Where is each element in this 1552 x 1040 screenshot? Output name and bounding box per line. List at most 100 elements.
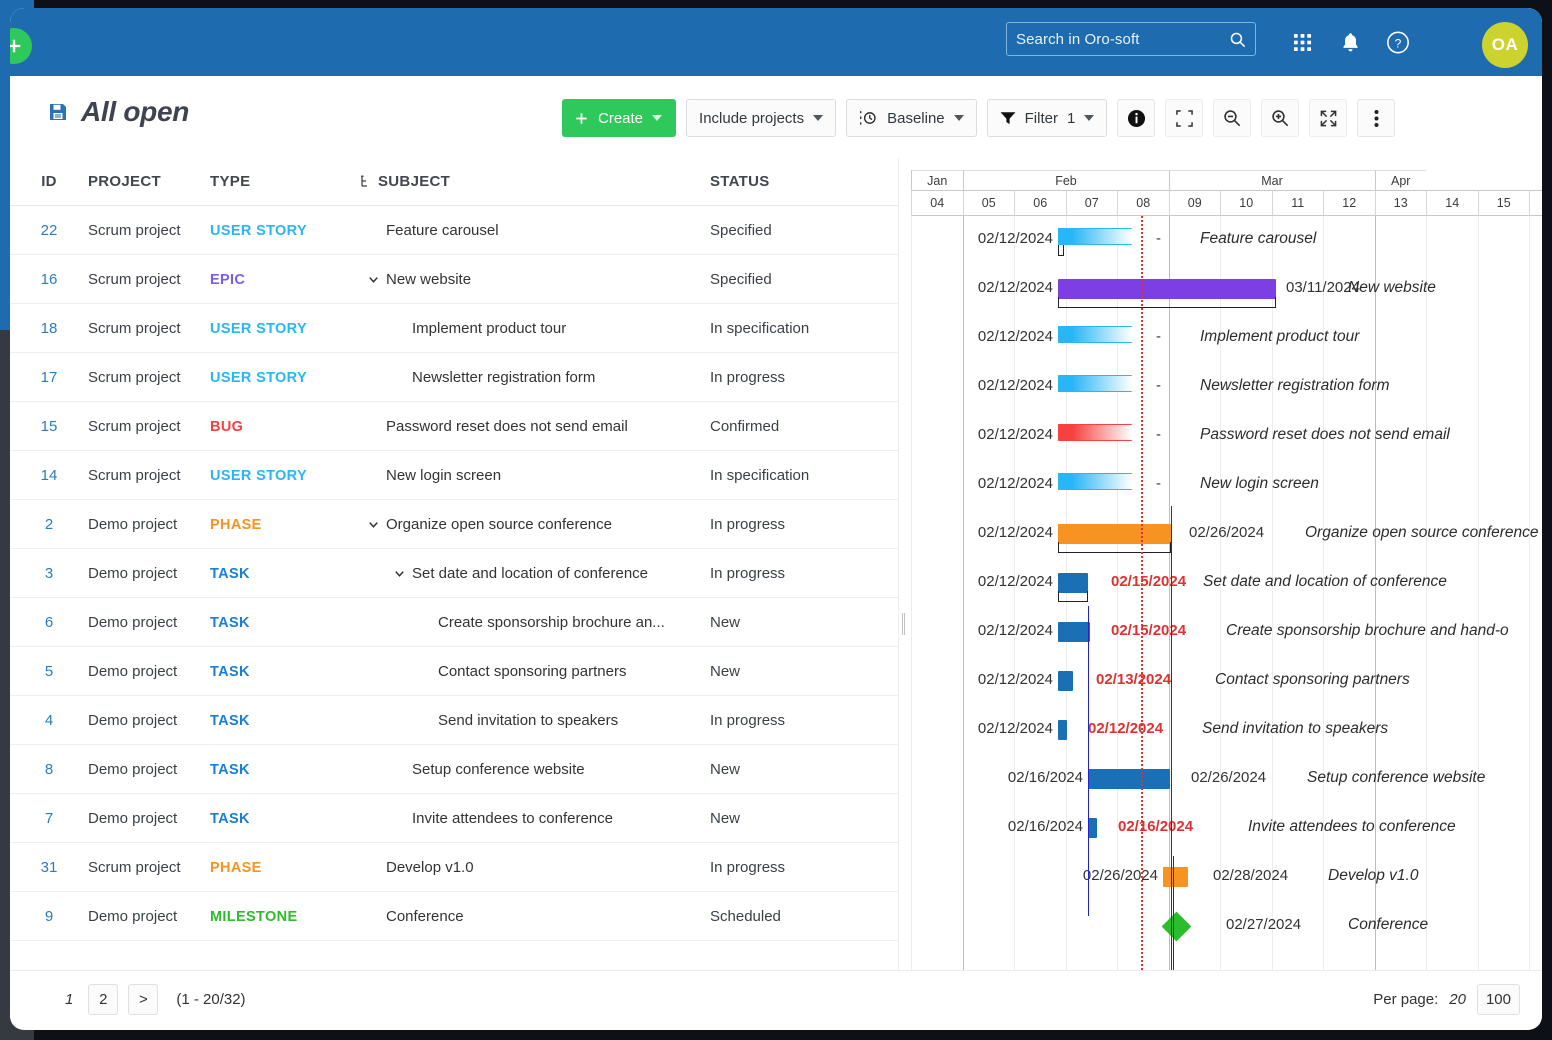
baseline-button[interactable]: Baseline: [846, 99, 977, 137]
cell-id[interactable]: 4: [10, 712, 88, 729]
cell-id[interactable]: 17: [10, 369, 88, 386]
gantt-row[interactable]: 02/12/2024 02/15/2024 Create sponsorship b…: [908, 608, 1542, 657]
milestone-diamond-icon[interactable]: [1161, 911, 1192, 942]
table-row[interactable]: 22 Scrum project USER STORY Feature carouse…: [10, 206, 898, 255]
gantt-row[interactable]: 02/16/2024 02/26/2024 Setup conference web…: [908, 755, 1542, 804]
gantt-row[interactable]: 02/12/2024 - Implement product tour: [908, 314, 1542, 363]
cell-subject: Send invitation to speakers: [360, 712, 710, 729]
cell-type: TASK: [210, 712, 250, 729]
expand-chevron-icon[interactable]: [366, 273, 380, 286]
table-row[interactable]: 7 Demo project TASK Invite attendees to con…: [10, 794, 898, 843]
gantt-row[interactable]: 02/12/2024 02/12/2024 Send invitation to s…: [908, 706, 1542, 755]
gantt-bar[interactable]: [1058, 622, 1090, 642]
cell-id[interactable]: 8: [10, 761, 88, 778]
cell-id[interactable]: 3: [10, 565, 88, 582]
cell-id[interactable]: 7: [10, 810, 88, 827]
table-row[interactable]: 5 Demo project TASK Contact sponsoring part…: [10, 647, 898, 696]
gantt-row[interactable]: 02/12/2024 02/15/2024 Set date and locatio…: [908, 559, 1542, 608]
gantt-bar[interactable]: [1058, 424, 1132, 441]
gantt-bar[interactable]: [1163, 867, 1188, 887]
more-options-button[interactable]: [1357, 99, 1396, 137]
expand-chevron-icon[interactable]: [366, 518, 380, 531]
table-row[interactable]: 8 Demo project TASK Setup conference websit…: [10, 745, 898, 794]
gantt-bar[interactable]: [1058, 473, 1132, 490]
expand-button[interactable]: [1309, 99, 1348, 137]
cell-subject: Conference: [360, 908, 710, 925]
gantt-row[interactable]: 02/12/2024 - Newsletter registration form: [908, 363, 1542, 412]
page-current[interactable]: 1: [60, 991, 78, 1008]
search-input[interactable]: Search in Oro-soft: [1006, 22, 1256, 56]
table-row[interactable]: 6 Demo project TASK Create sponsorship broc…: [10, 598, 898, 647]
filter-button[interactable]: Filter 1: [986, 99, 1108, 137]
table-row[interactable]: 9 Demo project MILESTONE Conference Schedule…: [10, 892, 898, 941]
include-projects-button[interactable]: Include projects: [686, 99, 837, 137]
cell-id[interactable]: 14: [10, 467, 88, 484]
gantt-row[interactable]: 02/12/2024 - Password reset does not send …: [908, 412, 1542, 461]
gantt-row[interactable]: 02/27/2024 Conference: [908, 902, 1542, 951]
gantt-bar[interactable]: [1088, 818, 1097, 838]
cell-id[interactable]: 18: [10, 320, 88, 337]
gantt-row[interactable]: 02/26/2024 02/28/2024 Develop v1.0: [908, 853, 1542, 902]
table-row[interactable]: 4 Demo project TASK Send invitation to spea…: [10, 696, 898, 745]
zoom-out-button[interactable]: [1213, 99, 1252, 137]
table-row[interactable]: 31 Scrum project PHASE Develop v1.0 In progr…: [10, 843, 898, 892]
cell-id[interactable]: 16: [10, 271, 88, 288]
cell-project: Demo project: [88, 662, 178, 680]
gantt-bar[interactable]: [1058, 228, 1132, 245]
table-row[interactable]: 16 Scrum project EPIC New website Specified: [10, 255, 898, 304]
expand-chevron-icon[interactable]: [392, 567, 406, 580]
gantt-bar[interactable]: [1058, 375, 1132, 392]
create-button[interactable]: Create: [562, 99, 677, 137]
panel-splitter[interactable]: [898, 158, 908, 970]
page-2-button[interactable]: 2: [88, 984, 119, 1015]
table-row[interactable]: 2 Demo project PHASE Organize open source c…: [10, 500, 898, 549]
per-page-100[interactable]: 100: [1476, 984, 1520, 1015]
gantt-row[interactable]: 02/12/2024 03/11/2024 New website: [908, 265, 1542, 314]
gantt-row[interactable]: 02/12/2024 02/26/2024 Organize open source…: [908, 510, 1542, 559]
gantt-bar[interactable]: [1058, 573, 1088, 593]
gantt-bar[interactable]: [1058, 326, 1132, 343]
column-header-subject-label: SUBJECT: [378, 173, 451, 190]
cell-id[interactable]: 2: [10, 516, 88, 533]
gantt-week-label: 16: [1529, 190, 1542, 216]
subject-text: Send invitation to speakers: [438, 711, 619, 729]
gantt-end-date: 02/13/2024: [1096, 671, 1172, 688]
column-header-subject[interactable]: SUBJECT: [360, 173, 710, 190]
column-header-status[interactable]: STATUS: [710, 173, 890, 190]
gantt-bar[interactable]: [1088, 769, 1170, 789]
plus-icon: [10, 39, 21, 53]
column-header-project[interactable]: PROJECT: [88, 173, 210, 190]
cell-id[interactable]: 5: [10, 663, 88, 680]
table-row[interactable]: 3 Demo project TASK Set date and location o…: [10, 549, 898, 598]
table-row[interactable]: 17 Scrum project USER STORY Newsletter regi…: [10, 353, 898, 402]
info-button[interactable]: [1117, 99, 1156, 137]
gantt-row[interactable]: 02/12/2024 - Feature carousel: [908, 216, 1542, 265]
bell-icon[interactable]: [1338, 30, 1362, 54]
table-row[interactable]: 14 Scrum project USER STORY New login scree…: [10, 451, 898, 500]
zoom-in-button[interactable]: [1261, 99, 1300, 137]
per-page-20[interactable]: 20: [1449, 991, 1466, 1008]
cell-id[interactable]: 31: [10, 859, 88, 876]
avatar[interactable]: OA: [1482, 22, 1528, 68]
gantt-bar[interactable]: [1058, 279, 1276, 299]
table-row[interactable]: 15 Scrum project BUG Password reset does no…: [10, 402, 898, 451]
cell-id[interactable]: 15: [10, 418, 88, 435]
gantt-row[interactable]: 02/16/2024 02/16/2024 Invite attendees to …: [908, 804, 1542, 853]
cell-id[interactable]: 6: [10, 614, 88, 631]
column-header-type[interactable]: TYPE: [210, 173, 360, 190]
gantt-bar[interactable]: [1058, 524, 1171, 544]
next-page-button[interactable]: >: [128, 984, 159, 1015]
gantt-row[interactable]: 02/12/2024 02/13/2024 Contact sponsoring p…: [908, 657, 1542, 706]
apps-grid-icon[interactable]: [1290, 30, 1314, 54]
cell-id[interactable]: 9: [10, 908, 88, 925]
gantt-bar[interactable]: [1058, 720, 1067, 740]
gantt-task-name: Contact sponsoring partners: [1215, 671, 1410, 688]
gantt-week-label: 07: [1065, 190, 1117, 216]
help-icon[interactable]: ?: [1386, 30, 1410, 54]
table-row[interactable]: 18 Scrum project USER STORY Implement produ…: [10, 304, 898, 353]
fit-screen-button[interactable]: [1165, 99, 1204, 137]
column-header-id[interactable]: ID: [10, 173, 88, 190]
cell-id[interactable]: 22: [10, 222, 88, 239]
gantt-bar[interactable]: [1058, 671, 1073, 691]
gantt-row[interactable]: 02/12/2024 - New login screen: [908, 461, 1542, 510]
